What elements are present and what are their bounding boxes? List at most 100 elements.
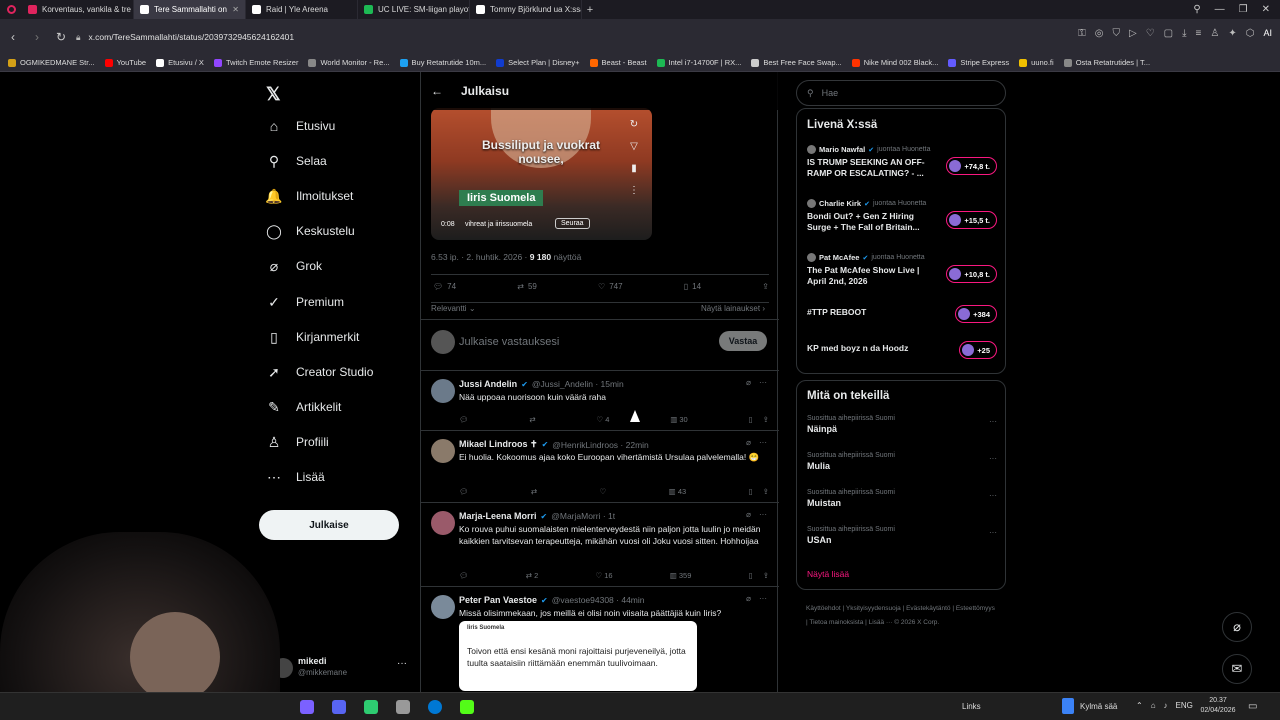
- cube-icon[interactable]: ⬡: [1246, 28, 1255, 39]
- views-action[interactable]: ▥ 30: [670, 415, 688, 424]
- sidebar-item-creator-studio[interactable]: ➚ Creator Studio: [266, 364, 373, 380]
- sidebar-item-premium[interactable]: ✓ Premium: [266, 294, 344, 310]
- video-bookmark-icon[interactable]: ▮: [629, 158, 639, 180]
- more-icon[interactable]: ···: [989, 528, 997, 537]
- play-icon[interactable]: ▷: [1129, 28, 1137, 39]
- sidebar-item-artikkelit[interactable]: ✎ Artikkelit: [266, 399, 341, 415]
- more-icon[interactable]: ···: [989, 454, 997, 463]
- video-remix-icon[interactable]: ↻: [629, 114, 639, 136]
- trend-item[interactable]: Suosittua aihepiirissä Suomi Näinpä ···: [807, 415, 997, 445]
- trend-item[interactable]: Suosittua aihepiirissä Suomi Mulia ···: [807, 452, 997, 482]
- search-field[interactable]: ⚲ Hae: [796, 80, 1006, 106]
- share-icon[interactable]: ⇪: [762, 282, 769, 291]
- trend-item[interactable]: Suosittua aihepiirissä Suomi USAn ···: [807, 526, 997, 556]
- shield-icon[interactable]: ⛉: [1113, 28, 1121, 39]
- like-action[interactable]: ♡: [600, 487, 607, 496]
- repost-action[interactable]: ⇄: [529, 415, 535, 424]
- sidebar-item-profiili[interactable]: ♙ Profiili: [266, 434, 329, 450]
- share-icon[interactable]: ⇪: [763, 487, 769, 496]
- bookmark-action[interactable]: ▯ 14: [684, 282, 701, 291]
- more-dots-icon[interactable]: ···: [397, 658, 407, 669]
- more-icon[interactable]: ···: [989, 417, 997, 426]
- live-item[interactable]: Pat McAfee ✔ juontaa Huonetta The Pat Mc…: [807, 253, 997, 293]
- live-listeners-pill[interactable]: +15,5 t.: [946, 211, 997, 229]
- reply-item[interactable]: Marja-Leena Morri ✔ @MarjaMorri · 1t ⌀ ··…: [421, 502, 779, 586]
- repost-action[interactable]: ⇄ 59: [517, 282, 537, 291]
- repost-action[interactable]: ⇄ 2: [526, 571, 539, 580]
- maximize-icon[interactable]: ❐: [1239, 4, 1248, 15]
- grok-float-icon[interactable]: ⌀: [1222, 612, 1252, 642]
- messages-float-icon[interactable]: ✉: [1222, 654, 1252, 684]
- sidebar-item-keskustelu[interactable]: ◯ Keskustelu: [266, 223, 355, 239]
- live-item[interactable]: Mario Nawfal ✔ juontaa Huonetta IS TRUMP…: [807, 145, 997, 185]
- sidebar-item-selaa[interactable]: ⚲ Selaa: [266, 153, 327, 169]
- opera-logo-icon[interactable]: [0, 0, 22, 19]
- more-icon[interactable]: ···: [759, 378, 767, 387]
- download-icon[interactable]: ⤓: [1182, 28, 1186, 39]
- bookmark-item[interactable]: World Monitor - Re...: [308, 58, 390, 67]
- search-tabs-icon[interactable]: ⚲: [1193, 4, 1200, 15]
- close-tab-icon[interactable]: ✕: [232, 5, 239, 14]
- camera-icon[interactable]: ◎: [1095, 28, 1104, 39]
- reply-item[interactable]: Mikael Lindroos ✝ ✔ @HenrikLindroos · 22…: [421, 430, 779, 502]
- show-more-link[interactable]: Näytä lisää: [807, 569, 849, 579]
- forward-icon[interactable]: ›: [26, 30, 48, 44]
- x-logo-icon[interactable]: 𝕏: [266, 84, 281, 105]
- browser-tab[interactable]: Tommy Björklund ua X:ssä: [470, 0, 582, 19]
- network-icon[interactable]: ⌂: [1151, 701, 1156, 710]
- more-icon[interactable]: ···: [759, 438, 767, 447]
- live-listeners-pill[interactable]: +10,8 t.: [946, 265, 997, 283]
- footer-links[interactable]: Käyttöehdot | Yksityisyydensuoja | Eväst…: [806, 602, 996, 630]
- more-icon[interactable]: ···: [759, 510, 767, 519]
- reply-author[interactable]: Mikael Lindroos ✝: [459, 439, 538, 450]
- video-more-icon[interactable]: ⋮: [629, 180, 639, 202]
- reply-submit-button[interactable]: Vastaa: [719, 331, 767, 351]
- sidebar-item-etusivu[interactable]: ⌂ Etusivu: [266, 118, 336, 134]
- like-action[interactable]: ♡ 4: [596, 415, 609, 424]
- live-item[interactable]: KP med boyz n da Hoodz +25: [807, 341, 997, 383]
- like-action[interactable]: ♡ 747: [598, 282, 623, 291]
- reply-action[interactable]: 💬︎ 74: [433, 282, 456, 291]
- more-icon[interactable]: ···: [759, 594, 767, 603]
- browser-tab[interactable]: Korventaus, vankila & tre: [22, 0, 134, 19]
- sort-dropdown[interactable]: Relevantti ⌄: [431, 304, 476, 313]
- bookmark-item[interactable]: Beast - Beast: [589, 58, 647, 67]
- bookmark-item[interactable]: Best Free Face Swap...: [751, 58, 842, 67]
- app-icon[interactable]: [300, 700, 314, 714]
- close-window-icon[interactable]: ✕: [1262, 4, 1270, 15]
- views-action[interactable]: ▥ 43: [669, 487, 687, 496]
- bookmark-item[interactable]: YouTube: [104, 58, 146, 67]
- live-listeners-pill[interactable]: +74,8 t.: [946, 157, 997, 175]
- browser-tab[interactable]: Raid | Yle Areena: [246, 0, 358, 19]
- grok-icon[interactable]: ⌀: [746, 510, 751, 519]
- profile-icon[interactable]: ♙: [1210, 28, 1219, 39]
- video-follow-button[interactable]: Seuraa: [555, 218, 590, 229]
- menu-icon[interactable]: ≡: [1196, 28, 1202, 39]
- live-listeners-pill[interactable]: +384: [955, 305, 997, 323]
- notification-icon[interactable]: ▭: [1248, 701, 1257, 712]
- reply-icon[interactable]: 💬︎: [459, 415, 469, 424]
- live-listeners-pill[interactable]: +25: [959, 341, 997, 359]
- video-player[interactable]: Bussiliput ja vuokrat nousee, Iiris Suom…: [431, 108, 652, 240]
- reply-handle[interactable]: @Jussi_Andelin · 15min: [532, 379, 624, 389]
- sidebar-item-kirjanmerkit[interactable]: ▯ Kirjanmerkit: [266, 329, 359, 345]
- bookmark-item[interactable]: uuno.fi: [1019, 58, 1054, 67]
- grok-icon[interactable]: ⌀: [746, 438, 751, 447]
- grok-icon[interactable]: ⌀: [746, 594, 751, 603]
- weather-text[interactable]: Kylmä sää: [1080, 702, 1117, 711]
- account-switcher[interactable]: mikedi @mikkemane ···: [273, 652, 413, 682]
- bookmark-item[interactable]: Osta Retatrutides | T...: [1063, 58, 1150, 67]
- grok-icon[interactable]: ⌀: [746, 378, 751, 387]
- reply-author[interactable]: Peter Pan Vaestoe: [459, 595, 537, 605]
- reply-input[interactable]: Julkaise vastauksesi: [459, 336, 559, 348]
- bookmark-item[interactable]: OGMIKEDMANE Str...: [8, 58, 95, 67]
- box-icon[interactable]: ▢: [1164, 28, 1173, 39]
- reply-item[interactable]: Peter Pan Vaestoe ✔ @vaestoe94308 · 44mi…: [421, 586, 779, 692]
- reply-handle[interactable]: @MarjaMorri · 1t: [551, 511, 615, 521]
- quoted-image[interactable]: Iiris Suomela Toivon että ensi kesänä mo…: [459, 621, 697, 691]
- bookmark-item[interactable]: Select Plan | Disney+: [496, 58, 580, 67]
- browser-tab[interactable]: UC LIVE: SM-liigan playoff: [358, 0, 470, 19]
- bookmark-item[interactable]: Stripe Express: [948, 58, 1009, 67]
- bookmark-item[interactable]: Intel i7-14700F | RX...: [656, 58, 741, 67]
- app-icon[interactable]: [396, 700, 410, 714]
